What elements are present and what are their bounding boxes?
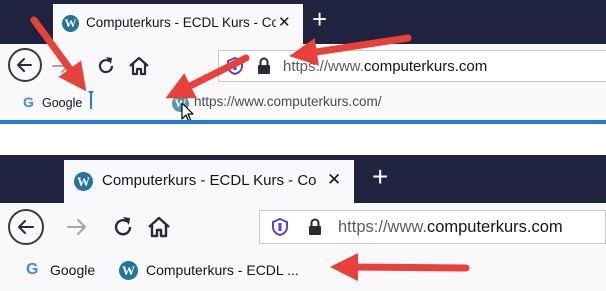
tab-computerkurs[interactable]: W Computerkurs - ECDL Kurs - Co ✕ xyxy=(53,4,303,44)
google-g-icon: G xyxy=(23,94,34,110)
wordpress-icon: W xyxy=(74,172,93,191)
image-separator xyxy=(0,126,606,155)
tab-title: Computerkurs - ECDL Kurs - Co xyxy=(86,15,276,30)
back-button[interactable] xyxy=(8,209,44,245)
url-host: computerkurs.com xyxy=(426,218,563,236)
back-button[interactable] xyxy=(8,48,42,82)
navigation-toolbar: https://www.computerkurs.com xyxy=(0,44,606,88)
reload-icon[interactable] xyxy=(94,54,118,78)
arrow-left-icon xyxy=(18,220,34,234)
screenshot-after: W Computerkurs - ECDL Kurs - Co ✕ + http… xyxy=(0,155,606,291)
bookmark-computerkurs[interactable]: Computerkurs - ECDL ... xyxy=(146,262,299,278)
new-tab-button[interactable]: + xyxy=(312,4,327,35)
bookmarks-toolbar: G Google W https://www.computerkurs.com/ xyxy=(0,88,606,123)
home-icon[interactable] xyxy=(146,214,172,240)
url-host: computerkurs.com xyxy=(363,58,488,75)
tab-strip: W Computerkurs - ECDL Kurs - Co ✕ + xyxy=(0,0,606,44)
wordpress-icon: W xyxy=(62,15,79,32)
tab-close-button[interactable]: ✕ xyxy=(278,13,291,31)
home-icon[interactable] xyxy=(127,54,151,78)
dragged-url-ghost: https://www.computerkurs.com/ xyxy=(194,94,382,109)
bookmarks-toolbar: G Google W Computerkurs - ECDL ... xyxy=(0,251,606,291)
drop-indicator-icon xyxy=(88,91,94,109)
reload-icon[interactable] xyxy=(110,214,136,240)
tab-strip: W Computerkurs - ECDL Kurs - Co ✕ + xyxy=(0,155,606,203)
bookmark-google[interactable]: Google xyxy=(42,96,82,110)
screenshot-before: W Computerkurs - ECDL Kurs - Co ✕ + http… xyxy=(0,0,606,126)
drag-highlight-line xyxy=(0,120,606,124)
url-bar[interactable]: https://www.computerkurs.com xyxy=(218,50,606,82)
url-bar[interactable]: https://www.computerkurs.com xyxy=(259,210,606,244)
shield-icon[interactable] xyxy=(225,56,245,76)
url-text[interactable]: https://www.computerkurs.com xyxy=(283,58,487,75)
url-prefix: https://www. xyxy=(338,218,427,236)
arrow-right-icon[interactable] xyxy=(64,214,90,240)
arrow-right-icon[interactable] xyxy=(49,54,73,78)
shield-icon[interactable] xyxy=(270,217,290,237)
url-text[interactable]: https://www.computerkurs.com xyxy=(338,218,563,237)
new-tab-button[interactable]: + xyxy=(372,161,388,193)
tab-computerkurs[interactable]: W Computerkurs - ECDL Kurs - Co ✕ xyxy=(64,160,354,203)
arrow-left-icon xyxy=(17,58,32,72)
wordpress-icon: W xyxy=(119,261,138,280)
tab-close-button[interactable]: ✕ xyxy=(327,170,341,190)
lock-icon[interactable] xyxy=(306,217,324,237)
navigation-toolbar: https://www.computerkurs.com xyxy=(0,203,606,251)
bookmark-google[interactable]: Google xyxy=(50,262,95,278)
lock-icon[interactable] xyxy=(255,56,273,76)
url-prefix: https://www. xyxy=(283,58,364,75)
tab-title: Computerkurs - ECDL Kurs - Co xyxy=(102,172,317,189)
google-g-icon: G xyxy=(26,261,39,278)
